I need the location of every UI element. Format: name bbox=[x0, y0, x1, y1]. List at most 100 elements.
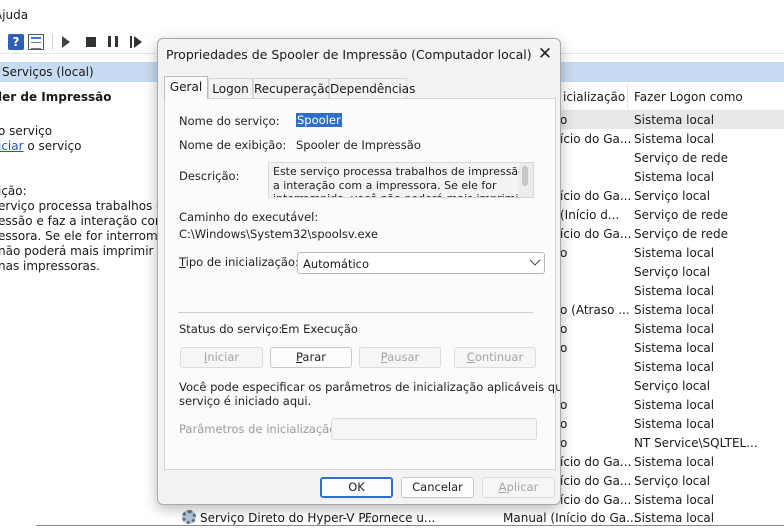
executable-path-value[interactable]: C:\Windows\System32\spoolsv.exe bbox=[179, 227, 378, 241]
tab-recovery[interactable]: Recuperação bbox=[253, 78, 332, 98]
startup-params-hint: Você pode especificar os parâmetros de i… bbox=[179, 380, 560, 408]
service-gear-icon bbox=[182, 510, 196, 524]
table-row[interactable]: Serviço local bbox=[556, 376, 784, 395]
service-status-label: Status do serviço: bbox=[179, 322, 283, 336]
startup-type-select[interactable]: Automático bbox=[297, 252, 545, 274]
continue-button-accesskey: C bbox=[466, 350, 475, 364]
restart-service-link-text[interactable]: iciar bbox=[0, 139, 24, 153]
selected-service-title: ler de Impressão bbox=[0, 90, 112, 104]
column-header-startup-type[interactable]: icialização bbox=[563, 90, 625, 104]
logon-as-cell: Sistema local bbox=[634, 113, 715, 127]
startup-type-selected: Automático bbox=[303, 257, 370, 271]
chevron-down-icon bbox=[529, 254, 541, 266]
startup-type-cell: o bbox=[560, 341, 568, 355]
start-button[interactable]: Iniciar bbox=[180, 347, 263, 368]
logon-as-cell: Sistema local bbox=[634, 455, 715, 469]
table-row[interactable]: o Sistema local bbox=[556, 319, 784, 338]
service-description-cell: Fornece u... bbox=[365, 511, 436, 525]
restart-service-link[interactable]: iciar o serviço bbox=[0, 139, 81, 153]
startup-type-cell: o bbox=[560, 398, 568, 412]
startup-type-cell: ício do Ga... bbox=[560, 227, 632, 241]
tree-header: Serviços (local) bbox=[0, 62, 159, 82]
toolbar-separator bbox=[52, 34, 53, 50]
properties-icon[interactable] bbox=[28, 34, 44, 50]
table-row[interactable]: ício do Ga... Serviço local bbox=[556, 186, 784, 205]
table-row[interactable]: ício do Ga... Sistema local bbox=[556, 452, 784, 471]
general-tab-panel: Nome do serviço: Spooler Nome de exibiçã… bbox=[164, 98, 560, 470]
table-row[interactable]: ício do Ga... Serviço local bbox=[556, 471, 784, 490]
tab-dependencies[interactable]: Dependências bbox=[329, 78, 415, 98]
logon-as-cell: Serviço local bbox=[634, 379, 711, 393]
startup-type-cell: ício do Ga... bbox=[560, 455, 632, 469]
table-row[interactable]: Sistema local bbox=[556, 357, 784, 376]
startup-type-cell: (Início d... bbox=[560, 208, 620, 222]
restart-service-link-rest: o serviço bbox=[23, 139, 82, 153]
table-row[interactable]: Sistema local bbox=[556, 167, 784, 186]
ok-button[interactable]: OK bbox=[320, 477, 393, 498]
description-textbox[interactable]: Este serviço processa trabalhos de impre… bbox=[268, 162, 534, 198]
service-status-value: Em Execução bbox=[281, 322, 358, 336]
help-icon[interactable]: ? bbox=[8, 34, 24, 50]
restart-service-icon[interactable] bbox=[130, 36, 144, 48]
startup-params-label: Parâmetros de inicialização: bbox=[179, 422, 341, 436]
logon-as-cell: Sistema local bbox=[634, 170, 715, 184]
startup-type-cell: ício do Ga... bbox=[560, 189, 632, 203]
startup-type-label-rest: ipo de inicialização: bbox=[185, 255, 299, 269]
logon-as-cell: Sistema local bbox=[634, 246, 715, 260]
table-row[interactable]: o Sistema local bbox=[556, 243, 784, 262]
pause-service-icon[interactable] bbox=[108, 36, 118, 47]
service-startup-cell: Manual (Início do Ga... bbox=[503, 511, 638, 525]
cancel-button[interactable]: Cancelar bbox=[401, 477, 474, 498]
table-row[interactable]: o Sistema local bbox=[556, 338, 784, 357]
logon-as-cell: Sistema local bbox=[634, 284, 715, 298]
table-row[interactable]: (Início d... Serviço de rede bbox=[556, 205, 784, 224]
table-row[interactable]: ício do Ga... Sistema local bbox=[556, 129, 784, 148]
start-service-icon[interactable] bbox=[62, 36, 70, 48]
startup-type-label-accesskey: T bbox=[179, 255, 186, 269]
stop-service-icon[interactable] bbox=[86, 37, 96, 47]
table-row[interactable]: ício do Ga... Sistema local bbox=[556, 490, 784, 509]
startup-type-cell: o bbox=[560, 417, 568, 431]
column-header-logon-as[interactable]: Fazer Logon como bbox=[634, 90, 743, 104]
startup-type-cell: o bbox=[560, 113, 568, 127]
logon-as-cell: Sistema local bbox=[634, 303, 715, 317]
logon-as-cell: Serviço local bbox=[634, 189, 711, 203]
startup-params-input[interactable] bbox=[331, 418, 537, 440]
table-row[interactable]: Serviço de rede bbox=[556, 148, 784, 167]
tab-general[interactable]: Geral bbox=[164, 76, 208, 99]
table-row[interactable]: o Sistema local bbox=[556, 414, 784, 433]
service-name-value[interactable]: Spooler bbox=[296, 113, 342, 127]
menu-help[interactable]: Ajuda bbox=[0, 8, 28, 22]
display-name-value[interactable]: Spooler de Impressão bbox=[296, 138, 421, 152]
logon-as-cell: Serviço de rede bbox=[634, 151, 728, 165]
table-row[interactable]: o Sistema local bbox=[556, 395, 784, 414]
stop-service-link[interactable]: o serviço bbox=[0, 124, 52, 138]
startup-type-cell: o bbox=[560, 246, 568, 260]
stop-button[interactable]: Parar bbox=[270, 347, 352, 368]
column-separator[interactable] bbox=[627, 84, 628, 108]
description-scrollbar[interactable] bbox=[519, 163, 533, 197]
startup-type-label: Tipo de inicialização: bbox=[179, 255, 299, 269]
table-row[interactable]: o Sistema local bbox=[556, 110, 784, 129]
logon-as-cell: Sistema local bbox=[634, 398, 715, 412]
table-row[interactable]: o NT Service\SQLTEL... bbox=[556, 433, 784, 452]
table-row[interactable]: ício do Ga... Serviço de rede bbox=[556, 224, 784, 243]
tree-header-label: Serviços (local) bbox=[2, 65, 94, 79]
pause-button-label: ausar bbox=[387, 350, 420, 364]
dialog-title: Propriedades de Spooler de Impressão (Co… bbox=[166, 47, 532, 62]
apply-button-label: plicar bbox=[506, 480, 539, 494]
logon-as-cell: Sistema local bbox=[634, 341, 715, 355]
close-icon[interactable]: ✕ bbox=[532, 41, 558, 67]
tab-logon[interactable]: Logon bbox=[208, 78, 253, 98]
table-row[interactable]: o (Atraso ... Sistema local bbox=[556, 300, 784, 319]
table-row[interactable]: Serviço local bbox=[556, 262, 784, 281]
start-button-label: niciar bbox=[207, 350, 240, 364]
section-divider bbox=[178, 312, 533, 313]
continue-button[interactable]: Continuar bbox=[454, 347, 536, 368]
apply-button[interactable]: Aplicar bbox=[482, 477, 555, 498]
logon-as-cell: Sistema local bbox=[634, 322, 715, 336]
logon-as-cell: Sistema local bbox=[634, 360, 715, 374]
executable-path-label: Caminho do executável: bbox=[179, 210, 319, 224]
pause-button[interactable]: Pausar bbox=[359, 347, 441, 368]
table-row[interactable]: Sistema local bbox=[556, 281, 784, 300]
